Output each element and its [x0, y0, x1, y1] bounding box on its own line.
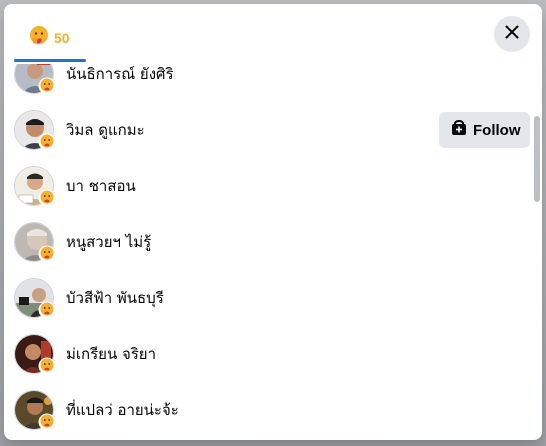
reaction-count: 50	[54, 30, 70, 46]
list-item[interactable]: หนูสวยฯ ไม่รู้	[14, 214, 534, 270]
care-reaction-icon	[38, 357, 56, 375]
avatar[interactable]	[14, 390, 56, 431]
avatar[interactable]	[14, 110, 56, 151]
follow-icon	[451, 119, 467, 141]
list-item[interactable]: วิมล ดูแกมะ Follow	[14, 102, 534, 158]
care-reaction-icon	[38, 245, 56, 263]
avatar[interactable]	[14, 334, 56, 375]
care-reaction-icon	[38, 413, 56, 431]
avatar[interactable]	[14, 166, 56, 207]
person-name[interactable]: บัวสีฟ้า พันธบุรี	[66, 286, 164, 310]
close-icon	[505, 25, 519, 44]
person-name[interactable]: บา ชาสอน	[66, 174, 136, 198]
person-name[interactable]: ที่แปลว่ อายน่ะจ้ะ	[66, 398, 179, 422]
list-item[interactable]: บัวสีฟ้า พันธบุรี	[14, 270, 534, 326]
avatar[interactable]	[14, 222, 56, 263]
care-reaction-icon	[28, 25, 50, 52]
care-reaction-icon	[38, 77, 56, 95]
tab-care[interactable]: 50	[14, 14, 86, 62]
person-name[interactable]: ม่เกรียน จริยา	[66, 342, 156, 366]
person-name[interactable]: นันธิการณ์ ยังศิริ	[66, 62, 174, 86]
reactions-dialog: นันธิการณ์ ยังศิริ วิมล ดูแกมะ Follow บา…	[4, 4, 542, 440]
follow-button[interactable]: Follow	[439, 112, 530, 148]
scrollbar-thumb[interactable]	[534, 116, 540, 202]
active-tab-indicator	[14, 59, 86, 62]
care-reaction-icon	[38, 301, 56, 319]
list-item[interactable]: ม่เกรียน จริยา	[14, 326, 534, 382]
close-button[interactable]	[494, 16, 530, 52]
reactions-list[interactable]: นันธิการณ์ ยังศิริ วิมล ดูแกมะ Follow บา…	[4, 4, 542, 440]
person-name[interactable]: หนูสวยฯ ไม่รู้	[66, 230, 151, 254]
avatar[interactable]	[14, 278, 56, 319]
list-item[interactable]: ที่แปลว่ อายน่ะจ้ะ	[14, 382, 534, 438]
follow-label: Follow	[473, 121, 521, 139]
reaction-tabs: 50	[4, 4, 542, 64]
care-reaction-icon	[38, 189, 56, 207]
person-name[interactable]: วิมล ดูแกมะ	[66, 118, 145, 142]
list-item[interactable]: บา ชาสอน	[14, 158, 534, 214]
care-reaction-icon	[38, 133, 56, 151]
